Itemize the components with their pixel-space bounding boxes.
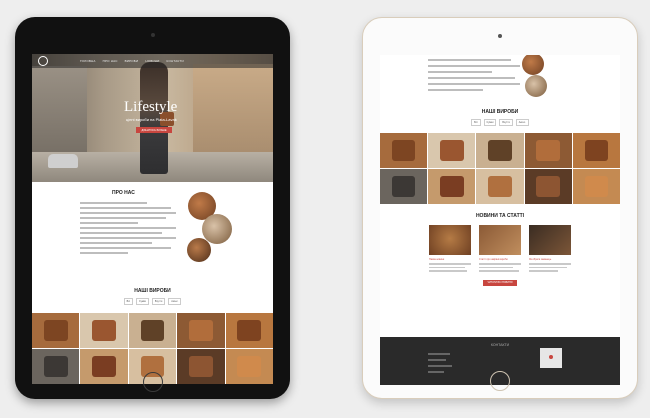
home-button[interactable] [490, 371, 510, 391]
news-image [529, 225, 571, 255]
products-title: НАШІ ВИРОБИ [481, 109, 519, 115]
product-tile[interactable] [32, 313, 80, 348]
products-filter-bar: Всі Сумки Взуття Аксес. [380, 119, 620, 126]
product-tile[interactable] [476, 169, 524, 204]
location-map[interactable] [540, 348, 562, 368]
about-bubble-image [187, 238, 211, 262]
product-tile[interactable] [177, 349, 225, 384]
news-list: Назва новини Статті про шкіряні вироби Я… [380, 225, 620, 272]
product-tile[interactable] [524, 133, 572, 168]
news-image [429, 225, 471, 255]
nav-item-contacts[interactable]: КОНТАКТИ [167, 59, 184, 63]
products-section: НАШІ ВИРОБИ Всі Сумки Взуття Аксес. [380, 109, 620, 126]
product-tile[interactable] [572, 133, 620, 168]
nav-item-news[interactable]: НОВИНИ [145, 59, 159, 63]
about-bubble-image [522, 55, 544, 75]
product-tile[interactable] [177, 313, 225, 348]
nav-item-about[interactable]: ПРО НАС [103, 59, 118, 63]
news-card[interactable]: Як обрати гаманець [529, 225, 571, 272]
about-title: ПРО НАС [112, 190, 135, 196]
filter-chip[interactable]: Аксес. [515, 119, 529, 126]
product-tile[interactable] [128, 313, 177, 348]
news-card-title[interactable]: Статті про шкіряні вироби [479, 258, 521, 261]
filter-chip[interactable]: Взуття [499, 119, 513, 126]
about-text [80, 202, 176, 257]
news-section: НОВИНИ ТА СТАТТІ Назва новини Статті про… [380, 205, 620, 286]
logo-icon[interactable] [38, 56, 48, 66]
map-pin-icon [549, 355, 553, 359]
top-navigation: ГОЛОВНА ПРО НАС ВИРОБИ НОВИНИ КОНТАКТИ [32, 54, 273, 68]
products-filter-bar: Всі Сумки Взуття Аксес. [32, 298, 273, 305]
news-card[interactable]: Назва новини [429, 225, 471, 272]
hero-cta-button[interactable]: ДІЗНАТИСЬ БІЛЬШЕ [136, 127, 172, 133]
product-tile[interactable] [225, 313, 273, 348]
footer-title: КОНТАКТИ [490, 343, 510, 347]
hero-banner: ГОЛОВНА ПРО НАС ВИРОБИ НОВИНИ КОНТАКТИ L… [32, 54, 273, 182]
tablet-black: ГОЛОВНА ПРО НАС ВИРОБИ НОВИНИ КОНТАКТИ L… [15, 17, 290, 399]
product-tile[interactable] [80, 349, 128, 384]
products-grid [380, 133, 620, 204]
product-tile[interactable] [225, 349, 273, 384]
home-button[interactable] [142, 372, 163, 392]
filter-chip[interactable]: Всі [471, 119, 481, 126]
products-section: НАШІ ВИРОБИ Всі Сумки Взуття Аксес. [32, 288, 273, 305]
nav-item-home[interactable]: ГОЛОВНА [80, 59, 96, 63]
news-image [479, 225, 521, 255]
camera-icon [498, 34, 502, 38]
nav-item-products[interactable]: ВИРОБИ [125, 59, 139, 63]
product-tile[interactable] [476, 133, 524, 168]
about-text-continued [428, 59, 520, 95]
product-tile[interactable] [572, 169, 620, 204]
filter-chip[interactable]: Всі [123, 298, 133, 305]
products-title: НАШІ ВИРОБИ [134, 288, 171, 294]
hero-title: Lifestyle [124, 99, 178, 115]
all-news-button[interactable]: ЧИТАТИ ВСІ НОВИНИ [483, 279, 517, 286]
news-card-title[interactable]: Назва новини [429, 258, 471, 261]
news-card-title[interactable]: Як обрати гаманець [529, 258, 571, 261]
product-tile[interactable] [428, 169, 476, 204]
product-tile[interactable] [32, 349, 80, 384]
camera-icon [150, 33, 155, 37]
product-tile[interactable] [80, 313, 128, 348]
filter-chip[interactable]: Взуття [151, 298, 166, 305]
news-card[interactable]: Статті про шкіряні вироби [479, 225, 521, 272]
filter-chip[interactable]: Сумки [136, 298, 149, 305]
hero-subtitle: цінні вироби на Plata-Lavak [126, 117, 177, 122]
about-bubble-image [202, 214, 232, 244]
news-title: НОВИНИ ТА СТАТТІ [475, 213, 525, 219]
product-tile[interactable] [380, 133, 428, 168]
product-tile[interactable] [428, 133, 476, 168]
website-screen-right: НАШІ ВИРОБИ Всі Сумки Взуття Аксес. НОВИ… [380, 55, 620, 385]
tablet-white: НАШІ ВИРОБИ Всі Сумки Взуття Аксес. НОВИ… [362, 17, 638, 399]
product-tile[interactable] [524, 169, 572, 204]
car-image [48, 154, 78, 168]
website-screen-left: ГОЛОВНА ПРО НАС ВИРОБИ НОВИНИ КОНТАКТИ L… [32, 54, 273, 384]
about-bubble-image [525, 75, 547, 97]
about-section: ПРО НАС [32, 182, 273, 282]
filter-chip[interactable]: Сумки [483, 119, 497, 126]
filter-chip[interactable]: Аксес. [168, 298, 182, 305]
product-tile[interactable] [380, 169, 428, 204]
